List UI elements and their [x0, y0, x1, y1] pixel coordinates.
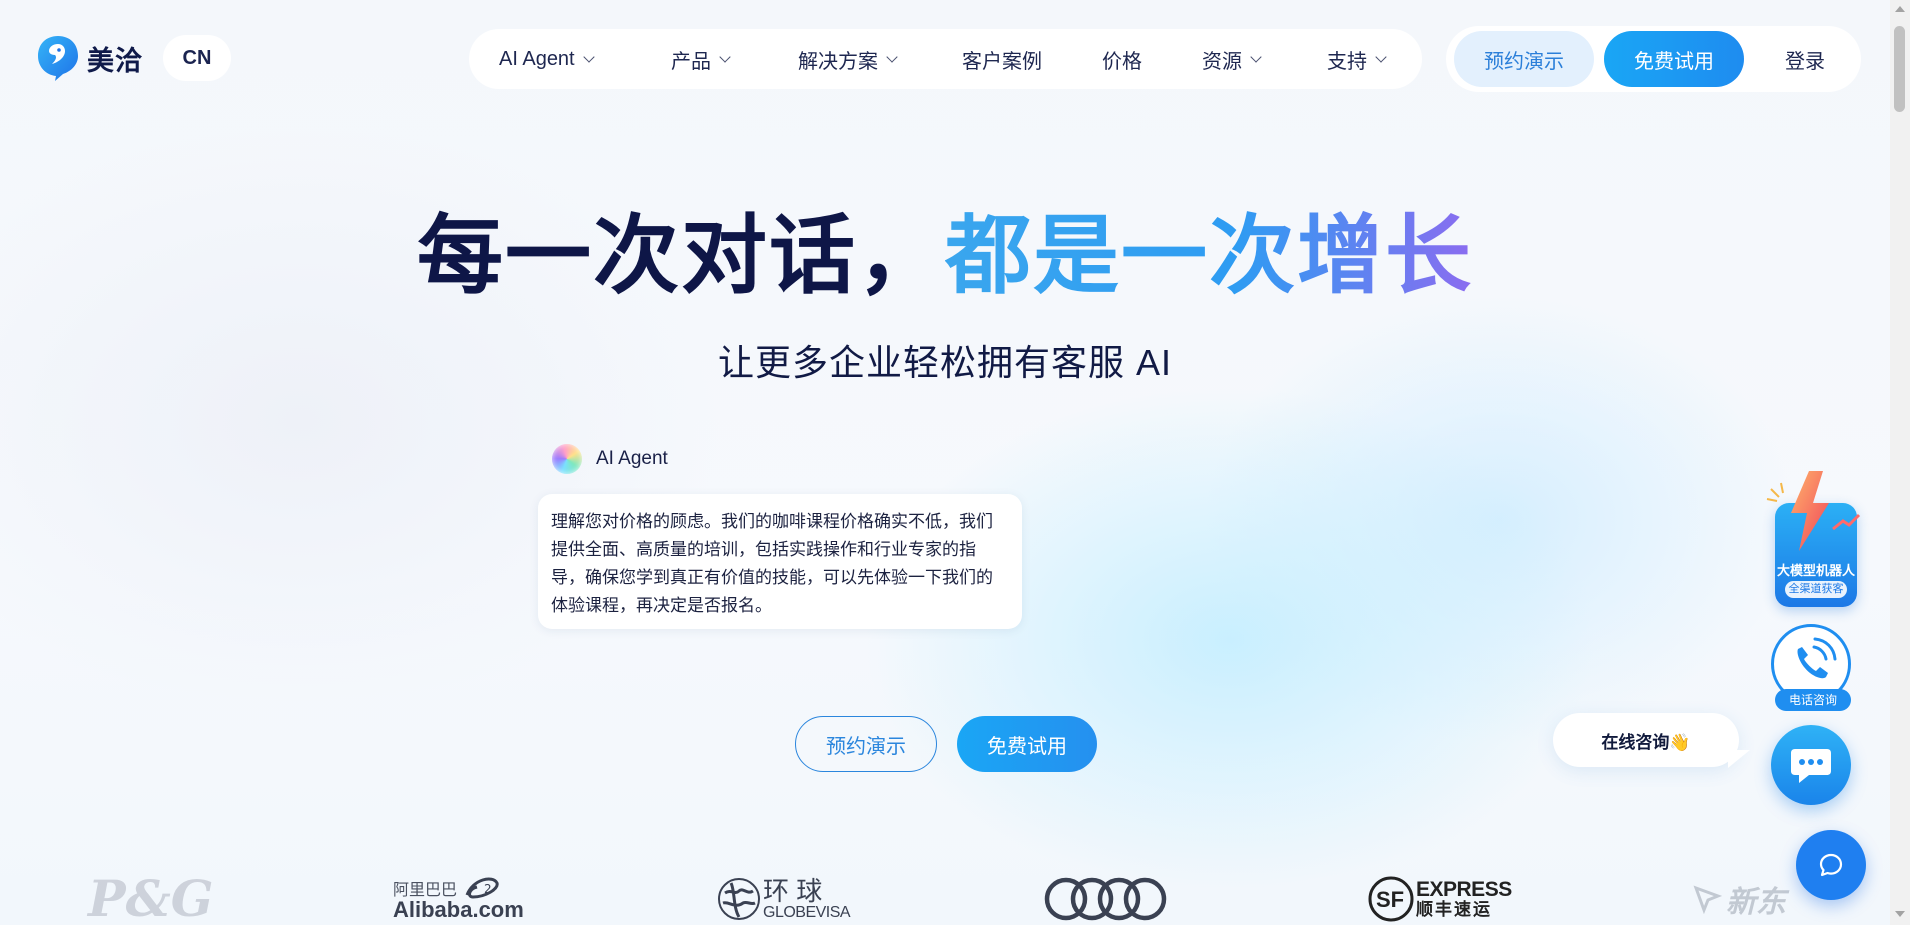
- scroll-down-arrow-icon[interactable]: [1895, 911, 1905, 917]
- page-background: [0, 0, 1910, 925]
- logo-bird-icon: [37, 35, 79, 81]
- chat-launcher-button[interactable]: [1796, 830, 1866, 900]
- agent-header: AI Agent: [552, 444, 668, 474]
- nav-item-label: 支持: [1327, 50, 1367, 73]
- consult-bubble-tail: [1728, 750, 1750, 768]
- new-oriental-mark-icon: [1693, 884, 1722, 914]
- nav-item-resources[interactable]: 资源: [1202, 29, 1262, 89]
- phone-consult-label: 电话咨询: [1775, 689, 1851, 711]
- nav-item-label: 解决方案: [798, 50, 878, 73]
- chat-open-button[interactable]: [1771, 725, 1851, 805]
- chevron-down-icon: [719, 50, 731, 63]
- hero-free-trial-button[interactable]: 免费试用: [957, 716, 1097, 772]
- agent-message-bubble: 理解您对价格的顾虑。我们的咖啡课程价格确实不低，我们提供全面、高质量的培训，包括…: [538, 494, 1022, 629]
- robot-subtitle: 全渠道获客: [1785, 581, 1847, 598]
- nav-item-pricing[interactable]: 价格: [1102, 29, 1142, 89]
- nav-item-label: 价格: [1102, 50, 1142, 73]
- agent-name: AI Agent: [596, 448, 668, 469]
- chevron-down-icon: [1250, 50, 1262, 63]
- hero-headline: 每一次对话，都是一次增长: [0, 206, 1890, 306]
- chevron-down-icon: [582, 50, 595, 63]
- main-nav: AI Agent 产品 解决方案 客户案例 价格 资源 支持: [469, 29, 1422, 89]
- robot-title: 大模型机器人: [1776, 563, 1855, 578]
- nav-item-products[interactable]: 产品: [671, 29, 731, 89]
- logo-new-oriental: 新东: [1692, 872, 1786, 925]
- book-demo-button[interactable]: 预约演示: [1454, 31, 1594, 87]
- login-button[interactable]: 登录: [1760, 31, 1850, 87]
- logo-audi: [1043, 872, 1169, 925]
- chat-bubble-icon: [1791, 749, 1831, 783]
- hero-book-demo-button[interactable]: 预约演示: [795, 716, 937, 772]
- brand-logo[interactable]: 美洽: [37, 35, 143, 81]
- agent-avatar-icon: [552, 444, 582, 474]
- globe-icon: [718, 877, 760, 920]
- page-scrollbar[interactable]: [1890, 0, 1910, 925]
- logo-alibaba: 阿里巴巴 2 Alibaba.com: [393, 872, 524, 925]
- free-trial-button[interactable]: 免费试用: [1604, 31, 1744, 87]
- nav-item-cases[interactable]: 客户案例: [962, 29, 1042, 89]
- logo-globevisa: 环 球 GLOBEVISA: [717, 872, 851, 925]
- online-consult-bubble[interactable]: 在线咨询👋: [1553, 713, 1739, 767]
- message-circle-icon: [1819, 853, 1843, 877]
- chevron-down-icon: [886, 50, 898, 63]
- nav-item-ai-agent[interactable]: AI Agent: [499, 29, 595, 89]
- scroll-up-arrow-icon[interactable]: [1895, 6, 1905, 12]
- lightning-icon: [1766, 471, 1861, 551]
- nav-item-label: 产品: [671, 50, 711, 73]
- customer-logos: P&G 阿里巴巴 2 Alibaba.com 环 球 GLOBEVISA SF …: [0, 869, 1890, 925]
- ai-robot-widget[interactable]: 大模型机器人 全渠道获客: [1766, 471, 1861, 607]
- nav-item-label: AI Agent: [499, 47, 575, 70]
- audi-rings-icon: [1044, 877, 1167, 920]
- headline-dark-part: 每一次对话，: [417, 208, 945, 304]
- chevron-down-icon: [1375, 50, 1387, 63]
- scrollbar-thumb[interactable]: [1894, 26, 1905, 112]
- sf-badge-icon: SF: [1368, 876, 1414, 921]
- svg-text:2: 2: [484, 882, 492, 896]
- hero-subheadline: 让更多企业轻松拥有客服 AI: [717, 342, 1173, 383]
- nav-item-label: 客户案例: [962, 50, 1042, 73]
- svg-text:SF: SF: [1376, 887, 1404, 912]
- nav-item-solutions[interactable]: 解决方案: [798, 29, 898, 89]
- language-switch[interactable]: CN: [163, 35, 231, 81]
- logo-pg: P&G: [88, 869, 214, 925]
- logo-sf-express: SF EXPRESS 顺丰速运: [1368, 872, 1512, 925]
- nav-item-label: 资源: [1202, 50, 1242, 73]
- nav-item-support[interactable]: 支持: [1327, 29, 1387, 89]
- headline-gradient-part: 都是一次增长: [945, 208, 1473, 304]
- brand-name: 美洽: [87, 45, 143, 76]
